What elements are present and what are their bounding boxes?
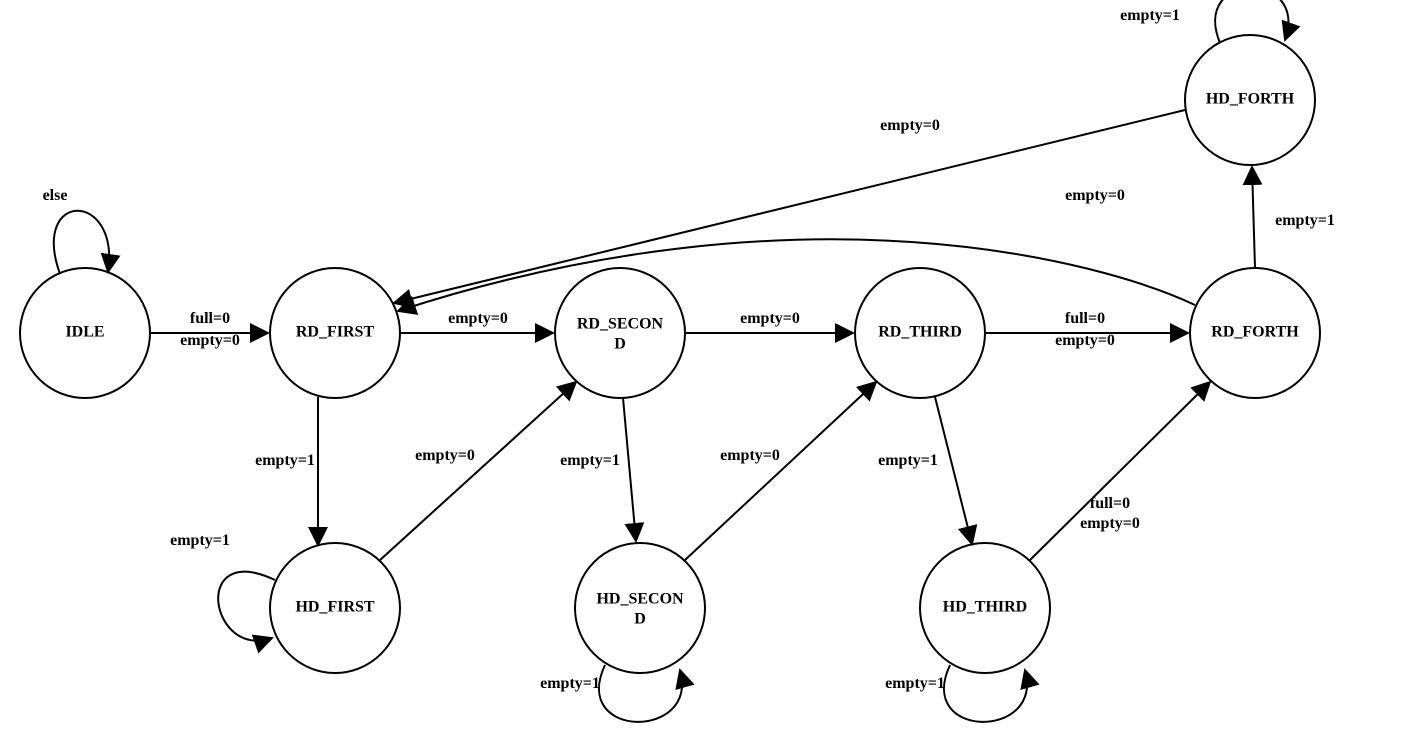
svg-text:empty=1: empty=1 bbox=[255, 452, 315, 469]
rd-second-label-l1: RD_SECON bbox=[577, 316, 664, 333]
hd-second-label-l1: HD_SECON bbox=[596, 591, 684, 608]
svg-text:empty=1: empty=1 bbox=[560, 452, 620, 469]
edge-hdfirst-rdsecond: empty=0 bbox=[380, 382, 576, 560]
rd-second-label-l2: D bbox=[614, 336, 626, 353]
svg-text:empty=0: empty=0 bbox=[720, 447, 780, 464]
edge-hdsecond-self: empty=1 bbox=[540, 665, 682, 722]
svg-text:empty=0: empty=0 bbox=[415, 447, 475, 464]
state-hd-forth: HD_FORTH bbox=[1185, 35, 1315, 165]
state-rd-third: RD_THIRD bbox=[855, 268, 985, 398]
edge-hdforth-rdfirst: empty=0 bbox=[394, 110, 1185, 303]
edge-idle-self: else bbox=[43, 187, 110, 274]
hd-first-label: HD_FIRST bbox=[295, 599, 374, 616]
svg-text:full=0: full=0 bbox=[1090, 495, 1130, 512]
edge-hdthird-rdforth: full=0 empty=0 bbox=[1030, 382, 1210, 560]
edge-rdfirst-rdsecond: empty=0 bbox=[400, 310, 553, 333]
edge-rdfirst-hdfirst: empty=1 bbox=[255, 397, 318, 545]
svg-text:empty=1: empty=1 bbox=[878, 452, 938, 469]
state-rd-second: RD_SECON D bbox=[555, 268, 685, 398]
rd-first-label: RD_FIRST bbox=[296, 324, 375, 341]
hd-second-label-l2: D bbox=[634, 611, 646, 628]
svg-text:full=0: full=0 bbox=[190, 310, 230, 327]
hd-forth-label: HD_FORTH bbox=[1206, 91, 1295, 108]
state-rd-first: RD_FIRST bbox=[270, 268, 400, 398]
svg-text:empty=0: empty=0 bbox=[740, 310, 800, 327]
edge-hdfirst-self: empty=1 bbox=[170, 532, 275, 641]
svg-text:empty=0: empty=0 bbox=[1065, 187, 1125, 204]
edge-hdthird-self: empty=1 bbox=[885, 665, 1027, 722]
svg-text:full=0: full=0 bbox=[1065, 310, 1105, 327]
edge-idle-rdfirst: full=0 empty=0 bbox=[150, 310, 268, 349]
state-idle: IDLE bbox=[20, 268, 150, 398]
edge-hdsecond-rdthird: empty=0 bbox=[685, 382, 876, 560]
idle-label: IDLE bbox=[65, 324, 104, 341]
edge-rdthird-hdthird: empty=1 bbox=[878, 397, 972, 544]
state-hd-first: HD_FIRST bbox=[270, 543, 400, 673]
svg-text:empty=1: empty=1 bbox=[170, 532, 230, 549]
edge-rdforth-hdforth: empty=1 bbox=[1252, 167, 1335, 268]
state-hd-second: HD_SECON D bbox=[575, 543, 705, 673]
svg-text:empty=0: empty=0 bbox=[880, 117, 940, 134]
edge-rdsecond-hdsecond: empty=1 bbox=[560, 398, 636, 541]
svg-text:empty=0: empty=0 bbox=[1055, 332, 1115, 349]
svg-text:empty=0: empty=0 bbox=[448, 310, 508, 327]
edge-rdthird-rdforth: full=0 empty=0 bbox=[985, 310, 1188, 349]
state-diagram: IDLE RD_FIRST RD_SECON D RD_THIRD RD_FOR… bbox=[0, 0, 1408, 737]
rd-third-label: RD_THIRD bbox=[878, 324, 962, 341]
svg-text:empty=1: empty=1 bbox=[885, 675, 945, 692]
state-hd-third: HD_THIRD bbox=[920, 543, 1050, 673]
svg-text:empty=1: empty=1 bbox=[1120, 7, 1180, 24]
edge-rdsecond-rdthird: empty=0 bbox=[685, 310, 853, 333]
hd-third-label: HD_THIRD bbox=[943, 599, 1027, 616]
svg-text:empty=1: empty=1 bbox=[540, 675, 600, 692]
svg-text:empty=0: empty=0 bbox=[180, 332, 240, 349]
state-rd-forth: RD_FORTH bbox=[1190, 268, 1320, 398]
rd-forth-label: RD_FORTH bbox=[1211, 324, 1299, 341]
svg-text:empty=0: empty=0 bbox=[1080, 515, 1140, 532]
svg-text:empty=1: empty=1 bbox=[1275, 212, 1335, 229]
svg-text:else: else bbox=[43, 187, 68, 204]
